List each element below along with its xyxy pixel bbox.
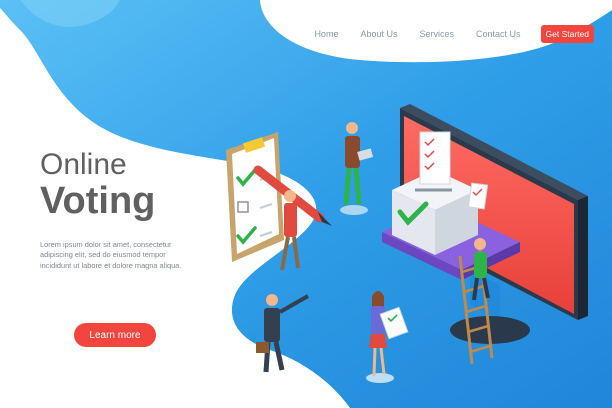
man-with-tablet: [340, 122, 374, 215]
clipboard-icon: [226, 132, 284, 262]
briefcase-icon: [256, 342, 269, 353]
landing-page: Home About Us Services Contact Us Get St…: [0, 0, 612, 408]
voting-illustration: [226, 104, 588, 383]
businessman: [256, 294, 309, 380]
woman-with-ballot: [366, 291, 409, 383]
